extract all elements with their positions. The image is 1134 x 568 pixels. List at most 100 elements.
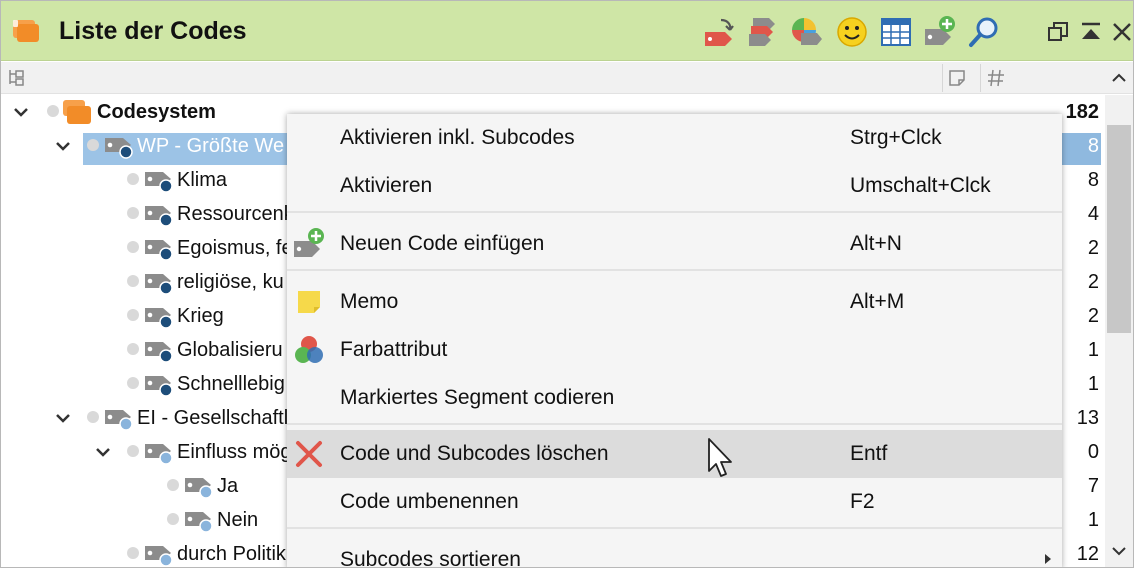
tree-label: Ja: [217, 475, 239, 497]
code-tag-icon: [145, 172, 173, 193]
code-count: 8: [1087, 169, 1099, 191]
status-dot: [127, 343, 139, 355]
tree-label: Nein: [217, 509, 259, 531]
count-column-icon[interactable]: [986, 68, 1006, 88]
undock-icon[interactable]: [1045, 19, 1071, 45]
menu-item-color-attribute[interactable]: Farbattribut: [287, 326, 1062, 374]
code-tag-icon: [145, 342, 173, 363]
search-icon[interactable]: [967, 15, 1001, 49]
tree-label: Globalisieru: [177, 339, 283, 361]
menu-item-memo[interactable]: Memo Alt+M: [287, 278, 1062, 326]
code-list-window: Liste der Codes Codesystem 182 WP - Größ…: [0, 0, 1134, 568]
menu-item-code-segment[interactable]: Markiertes Segment codieren: [287, 374, 1062, 422]
tree-label: Codesystem: [97, 101, 216, 123]
tree-label: Klima: [177, 169, 228, 191]
code-count: 1: [1087, 509, 1099, 531]
menu-separator: [287, 423, 1062, 425]
code-count: 2: [1087, 271, 1099, 293]
scrollbar-thumb[interactable]: [1107, 125, 1131, 333]
code-tag-icon: [105, 410, 133, 431]
new-code-icon[interactable]: [923, 15, 957, 49]
mouse-cursor-icon: [708, 438, 732, 477]
code-count: 4: [1087, 203, 1099, 225]
code-count: 8: [1087, 135, 1099, 157]
code-tag-icon: [185, 512, 213, 533]
tree-label: EI - Gesellschaftl: [137, 407, 289, 429]
status-dot: [127, 207, 139, 219]
memo-column-icon[interactable]: [947, 68, 967, 88]
menu-item-new-code[interactable]: Neuen Code einfügen Alt+N: [287, 220, 1062, 268]
tree-label: durch Politik: [177, 543, 286, 565]
table-icon[interactable]: [879, 15, 913, 49]
code-count: 2: [1087, 305, 1099, 327]
tree-label: Krieg: [177, 305, 224, 327]
status-dot: [47, 105, 59, 117]
tree-structure-icon[interactable]: [7, 68, 27, 88]
color-wheel-icon[interactable]: [789, 15, 823, 49]
menu-separator: [287, 269, 1062, 271]
tree-label: Schnelllebig: [177, 373, 285, 395]
status-dot: [127, 445, 139, 457]
chevron-down-icon[interactable]: [53, 136, 73, 156]
window-title: Liste der Codes: [59, 17, 247, 45]
code-list-icon: [13, 20, 39, 42]
chevron-down-icon[interactable]: [93, 442, 113, 462]
scroll-down-icon[interactable]: [1109, 541, 1129, 561]
status-dot: [127, 377, 139, 389]
code-tag-icon: [145, 308, 173, 329]
code-tag-icon: [145, 376, 173, 397]
menu-item-activate[interactable]: Aktivieren Umschalt+Clck: [287, 162, 1062, 210]
scroll-up-icon[interactable]: [1109, 68, 1129, 88]
code-count: 7: [1087, 475, 1099, 497]
column-header: [1, 62, 1133, 94]
status-dot: [167, 479, 179, 491]
code-color-icon[interactable]: [745, 15, 779, 49]
delete-icon: [296, 441, 322, 467]
vertical-scrollbar[interactable]: [1105, 95, 1133, 567]
code-tag-icon: [145, 240, 173, 261]
close-icon[interactable]: [1109, 19, 1134, 45]
menu-item-sort-subcodes[interactable]: Subcodes sortieren: [287, 536, 1062, 567]
menu-item-delete-code[interactable]: Code und Subcodes löschen Entf: [287, 430, 1062, 478]
codesystem-icon: [63, 100, 91, 124]
code-tag-icon: [145, 274, 173, 295]
code-count: 2: [1087, 237, 1099, 259]
chevron-down-icon[interactable]: [53, 408, 73, 428]
title-bar: Liste der Codes: [1, 1, 1133, 61]
tree-label: Egoismus, fe: [177, 237, 293, 259]
tree-label: religiöse, ku: [177, 271, 284, 293]
smiley-icon[interactable]: [835, 15, 869, 49]
code-count: 0: [1087, 441, 1099, 463]
status-dot: [127, 173, 139, 185]
new-code-icon: [294, 228, 324, 257]
code-count: 1: [1087, 339, 1099, 361]
code-tag-icon: [185, 478, 213, 499]
status-dot: [127, 547, 139, 559]
menu-item-rename-code[interactable]: Code umbenennen F2: [287, 478, 1062, 526]
code-count: 13: [1076, 407, 1099, 429]
code-link-icon[interactable]: [701, 15, 735, 49]
color-attribute-icon: [295, 336, 323, 363]
tree-label: Einfluss mög: [177, 441, 292, 463]
submenu-arrow-icon: [1045, 554, 1051, 564]
chevron-down-icon[interactable]: [11, 102, 31, 122]
menu-item-activate-with-subcodes[interactable]: Aktivieren inkl. Subcodes Strg+Clck: [287, 114, 1062, 162]
status-dot: [127, 309, 139, 321]
collapse-icon[interactable]: [1078, 19, 1104, 45]
menu-separator: [287, 211, 1062, 213]
code-tag-icon: [105, 138, 133, 159]
status-dot: [127, 275, 139, 287]
status-dot: [167, 513, 179, 525]
code-tag-icon: [145, 444, 173, 465]
menu-separator: [287, 527, 1062, 529]
code-count: 12: [1076, 543, 1099, 565]
memo-icon: [298, 291, 320, 313]
code-tag-icon: [145, 206, 173, 227]
tree-label: Ressourcenk: [177, 203, 294, 225]
context-menu: Aktivieren inkl. Subcodes Strg+Clck Akti…: [287, 114, 1062, 567]
code-count: 1: [1087, 373, 1099, 395]
code-tag-icon: [145, 546, 173, 567]
status-dot: [127, 241, 139, 253]
code-count: 182: [1065, 101, 1099, 123]
tree-label: WP - Größte We: [137, 135, 285, 157]
